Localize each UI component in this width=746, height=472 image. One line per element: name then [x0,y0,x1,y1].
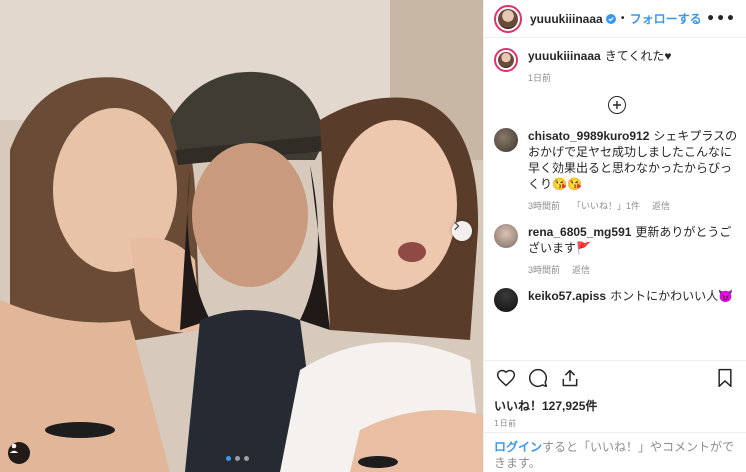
share-icon [562,369,578,387]
comment-time: 3時間前 [528,265,561,275]
commenter-avatar[interactable] [494,288,518,312]
caption-time: 1日前 [528,73,552,83]
comment-item: rena_6805_mg591 更新ありがとうございます🚩 3時間前 返信 [494,224,739,278]
author-avatar-small[interactable] [494,48,518,72]
load-more-comments [494,96,739,114]
share-button[interactable] [558,366,582,390]
more-options-button[interactable]: ••• [706,11,736,27]
comment-text: ホントにかわいい人😈 [610,289,734,303]
separator-dot: • [619,13,626,24]
comment-time: 3時間前 [528,201,561,211]
user-tag-icon [9,443,19,453]
author-username[interactable]: yuuukiiinaaa [530,12,603,26]
comments-list: yuuukiiinaaa きてくれた♥ 1日前 chisato_9989kuro9… [494,48,739,350]
user-tag-button[interactable] [8,442,30,464]
caption-text: きてくれた♥ [604,49,672,63]
carousel-indicator [226,456,249,461]
verified-icon [605,13,616,24]
post-actions: いいね！127,925件 1日前 [484,360,746,429]
commenter-avatar[interactable] [494,128,518,152]
comment-reply-button[interactable]: 返信 [652,198,670,214]
comment-reply-button[interactable]: 返信 [572,262,590,278]
login-prompt: ログインすると「いいね！」やコメントができます。 [484,432,746,472]
post-header: yuuukiiinaaa • フォローする ••• [484,0,746,38]
commenter-avatar[interactable] [494,224,518,248]
follow-button[interactable]: フォローする [630,10,702,27]
carousel-dot [235,456,240,461]
like-button[interactable] [494,366,518,390]
comment-username[interactable]: chisato_9989kuro912 [528,129,649,143]
bookmark-icon [718,368,732,388]
heart-icon [496,369,516,387]
comment-username[interactable]: keiko57.apiss [528,289,606,303]
comment-button[interactable] [526,366,550,390]
comment-likes[interactable]: 「いいね！」1件 [572,198,640,214]
photo-illustration [0,0,483,472]
bookmark-button[interactable] [713,366,737,390]
login-link[interactable]: ログイン [494,440,542,454]
carousel-dot [244,456,249,461]
post-side-panel: yuuukiiinaaa • フォローする ••• yuuukiiinaaa きて… [483,0,746,472]
carousel-dot [226,456,231,461]
comment-username[interactable]: rena_6805_mg591 [528,225,631,239]
comment-icon [528,368,548,388]
comment-item: keiko57.apiss ホントにかわいい人😈 [494,288,739,312]
caption: yuuukiiinaaa きてくれた♥ 1日前 [494,48,739,86]
author-avatar[interactable] [494,4,522,33]
plus-circle-icon [612,101,621,109]
carousel-next-button[interactable] [452,221,472,241]
chevron-right-icon [454,221,460,231]
post-photo [0,0,483,472]
comment-item: chisato_9989kuro912 シェキプラスのおかげで足ヤセ成功しましたこ… [494,128,739,214]
caption-username[interactable]: yuuukiiinaaa [528,49,601,63]
likes-count[interactable]: いいね！127,925件 [494,397,737,414]
post-date: 1日前 [494,419,517,428]
load-more-button[interactable] [607,96,626,114]
